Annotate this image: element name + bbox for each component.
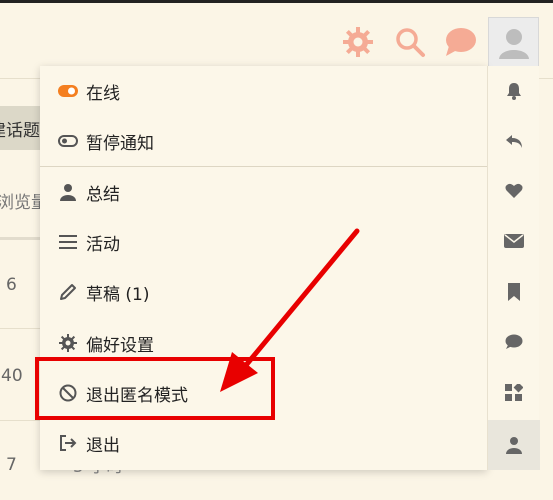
annotation-arrow bbox=[220, 228, 360, 392]
